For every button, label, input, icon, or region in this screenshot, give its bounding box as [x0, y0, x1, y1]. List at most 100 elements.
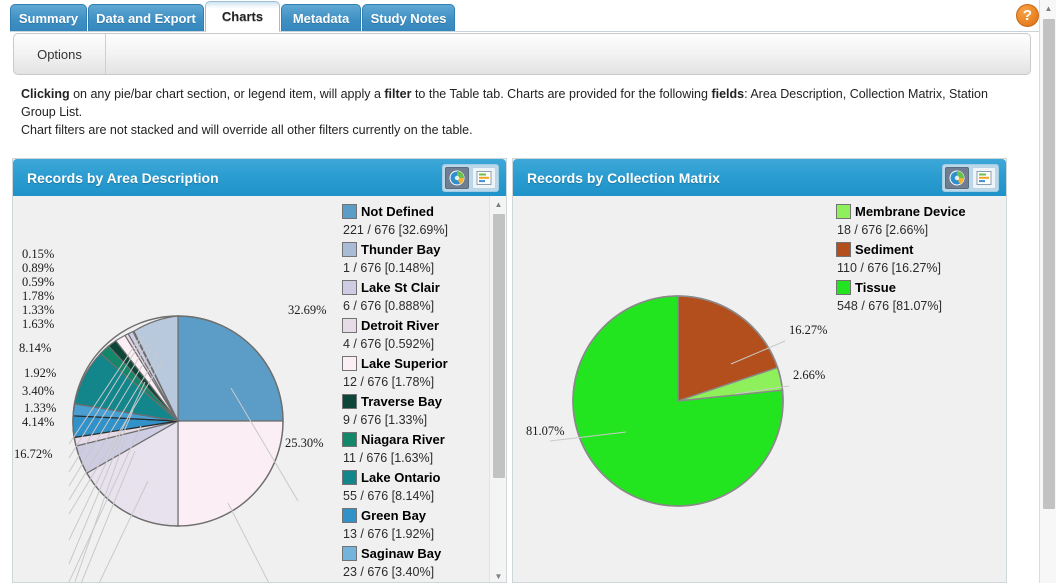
legend-item[interactable]: Thunder Bay 1 / 676 [0.148%] — [342, 240, 489, 277]
pie-chart-collection-matrix[interactable] — [513, 196, 843, 582]
legend-scroll-thumb[interactable] — [493, 214, 505, 478]
tab-data-and-export[interactable]: Data and Export — [88, 4, 204, 32]
legend-item[interactable]: Lake St Clair 6 / 676 [0.888%] — [342, 278, 489, 315]
legend-item-count: 548 / 676 [81.07%] — [837, 299, 942, 313]
legend-item-row: Tissue — [836, 278, 1006, 297]
options-button[interactable]: Options — [14, 34, 106, 74]
tab-study-notes-label: Study Notes — [370, 11, 447, 26]
pie-slice-percent-label: 16.27% — [789, 323, 828, 337]
help-icon[interactable]: ? — [1016, 4, 1039, 27]
legend-item-row: Sediment — [836, 240, 1006, 259]
legend-color-swatch — [342, 204, 357, 219]
legend-color-swatch — [342, 280, 357, 295]
table-view-icon[interactable] — [972, 167, 996, 189]
page-scroll-up-arrow[interactable]: ▲ — [1040, 0, 1056, 16]
legend-item-label: Lake Ontario — [361, 470, 441, 485]
legend-item[interactable]: Niagara River 11 / 676 [1.63%] — [342, 430, 489, 467]
legend-item-row: Lake St Clair — [342, 278, 489, 297]
pie-slice-percent-label: 25.30% — [285, 436, 324, 450]
legend-item-label: Thunder Bay — [361, 242, 441, 257]
pie-chart-area-description[interactable] — [13, 196, 343, 582]
legend-item-label: Saginaw Bay — [361, 546, 442, 561]
legend-item[interactable]: Saginaw Bay 23 / 676 [3.40%] — [342, 544, 489, 581]
legend-item-count: 221 / 676 [32.69%] — [343, 223, 448, 237]
tab-metadata[interactable]: Metadata — [281, 4, 361, 32]
tab-charts[interactable]: Charts — [205, 1, 280, 32]
legend-color-swatch — [836, 242, 851, 257]
pie-slice-percent-label: 81.07% — [526, 424, 565, 438]
legend-item-row: Thunder Bay — [342, 240, 489, 259]
pie-slice-percent-label: 8.14% — [19, 341, 52, 355]
legend-area-description: Not Defined 221 / 676 [32.69%] Thunder Bay… — [339, 196, 489, 582]
table-view-icon[interactable] — [472, 167, 496, 189]
pie-slice-percent-label: 1.78% — [22, 289, 55, 303]
legend-scroll-up-arrow[interactable]: ▲ — [490, 196, 506, 212]
legend-item[interactable]: Traverse Bay 9 / 676 [1.33%] — [342, 392, 489, 429]
legend-item[interactable]: Sediment 110 / 676 [16.27%] — [836, 240, 1006, 277]
legend-item-row: Detroit River — [342, 316, 489, 335]
tab-summary-label: Summary — [18, 11, 79, 26]
legend-vertical-scrollbar[interactable]: ▲ ▼ — [489, 196, 506, 582]
tab-metadata-label: Metadata — [292, 11, 350, 26]
legend-item[interactable]: Membrane Device 18 / 676 [2.66%] — [836, 202, 1006, 239]
legend-scroll-down-arrow[interactable]: ▼ — [490, 568, 506, 582]
panel-body-area: 0.15% 0.89% 0.59% 1.78% 1.33% 1.63% 8.14% 1.92%… — [13, 196, 506, 582]
info-text: Clicking on any pie/bar chart section, o… — [13, 82, 1031, 138]
legend-item-row: Membrane Device — [836, 202, 1006, 221]
page-scroll-thumb[interactable] — [1043, 19, 1055, 509]
tab-study-notes[interactable]: Study Notes — [362, 4, 455, 32]
info-bold-filter: filter — [384, 87, 412, 101]
legend-item-row: Traverse Bay — [342, 392, 489, 411]
pie-slice-percent-label: 32.69% — [288, 303, 327, 317]
pie-slice-percent-label: 4.14% — [22, 415, 55, 429]
legend-color-swatch — [342, 394, 357, 409]
panel-title-matrix: Records by Collection Matrix — [527, 169, 720, 186]
legend-item-row: Lake Superior — [342, 354, 489, 373]
pie-slice-percent-label: 1.33% — [22, 303, 55, 317]
legend-item-row: Saginaw Bay — [342, 544, 489, 563]
info-text-1b: on any pie/bar chart section, or legend … — [69, 87, 385, 101]
tab-data-and-export-label: Data and Export — [96, 11, 196, 26]
options-button-label: Options — [37, 46, 82, 62]
pie-slice-percent-label: 0.89% — [22, 261, 55, 275]
legend-color-swatch — [342, 242, 357, 257]
legend-item-count: 4 / 676 [0.592%] — [343, 337, 435, 351]
legend-item[interactable]: Not Defined 221 / 676 [32.69%] — [342, 202, 489, 239]
panel-view-toggle-area — [442, 164, 499, 192]
legend-item-label: Tissue — [855, 280, 896, 295]
panel-header-matrix: Records by Collection Matrix — [513, 159, 1006, 196]
page-vertical-scrollbar[interactable]: ▲ — [1039, 0, 1056, 583]
legend-item-label: Niagara River — [361, 432, 445, 447]
info-text-1d: to the Table tab. Charts are provided fo… — [411, 87, 712, 101]
legend-item[interactable]: Green Bay 13 / 676 [1.92%] — [342, 506, 489, 543]
info-bold-fields: fields — [711, 87, 745, 101]
options-toolbar: Options — [13, 33, 1031, 75]
legend-item-label: Green Bay — [361, 508, 427, 523]
panel-header-area: Records by Area Description — [13, 159, 506, 196]
pie-slice-percent-label: 1.33% — [24, 401, 57, 415]
legend-list-area: Not Defined 221 / 676 [32.69%] Thunder Bay… — [339, 196, 489, 581]
legend-item[interactable]: Detroit River 4 / 676 [0.592%] — [342, 316, 489, 353]
tab-summary[interactable]: Summary — [10, 4, 87, 32]
legend-item-label: Membrane Device — [855, 204, 966, 219]
legend-list-matrix: Membrane Device 18 / 676 [2.66%] Sediment 1… — [833, 196, 1006, 315]
legend-color-swatch — [342, 546, 357, 561]
panel-view-toggle-matrix — [942, 164, 999, 192]
legend-item-count: 12 / 676 [1.78%] — [343, 375, 435, 389]
pie-chart-icon[interactable] — [445, 167, 469, 189]
legend-item-row: Green Bay — [342, 506, 489, 525]
legend-item-count: 13 / 676 [1.92%] — [343, 527, 435, 541]
pie-chart-icon[interactable] — [945, 167, 969, 189]
legend-item[interactable]: Lake Superior 12 / 676 [1.78%] — [342, 354, 489, 391]
pie-slice-percent-label: 16.72% — [14, 447, 53, 461]
tab-charts-label: Charts — [221, 9, 264, 24]
legend-color-swatch — [836, 280, 851, 295]
legend-item[interactable]: Lake Ontario 55 / 676 [8.14%] — [342, 468, 489, 505]
pie-slice-percent-label: 1.63% — [22, 317, 55, 331]
legend-item-count: 9 / 676 [1.33%] — [343, 413, 428, 427]
legend-item-count: 1 / 676 [0.148%] — [343, 261, 435, 275]
legend-item-count: 6 / 676 [0.888%] — [343, 299, 435, 313]
legend-item[interactable]: Tissue 548 / 676 [81.07%] — [836, 278, 1006, 315]
legend-item-count: 23 / 676 [3.40%] — [343, 565, 435, 579]
legend-color-swatch — [342, 432, 357, 447]
